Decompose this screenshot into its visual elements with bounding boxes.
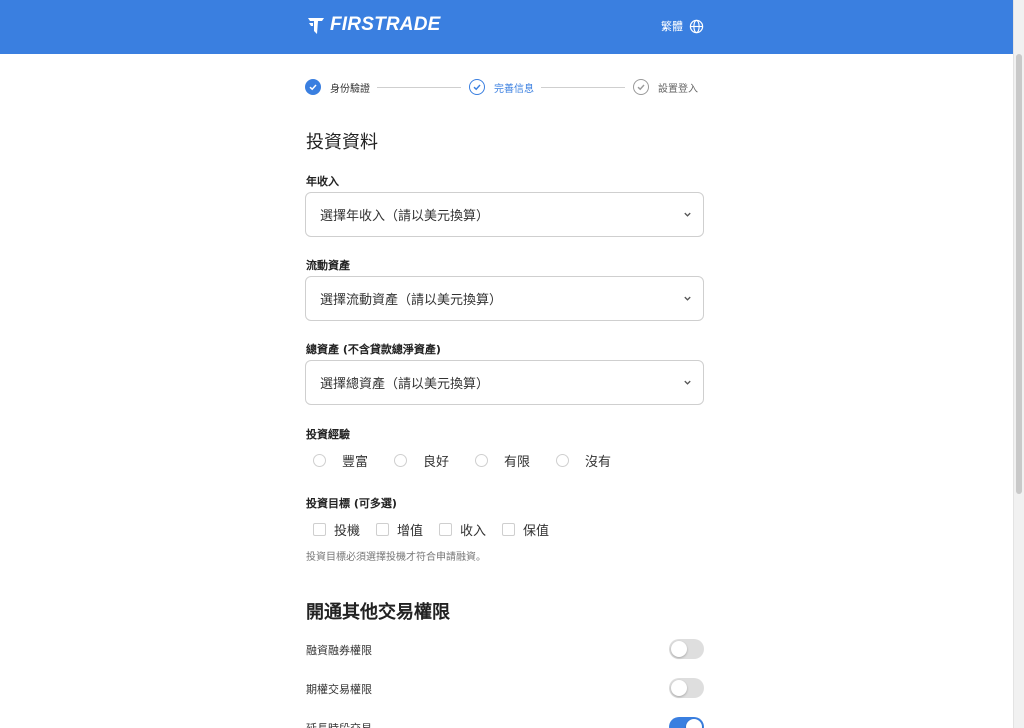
chevron-down-icon: [684, 296, 691, 301]
radio-label: 良好: [423, 455, 450, 470]
scrollbar-thumb[interactable]: [1016, 54, 1022, 494]
experience-option-good[interactable]: 良好: [394, 451, 449, 470]
firstrade-logo-icon: [308, 18, 324, 34]
income-placeholder: 選擇年收入（請以美元換算）: [320, 209, 490, 224]
step-setup-login: 設置登入: [633, 79, 698, 95]
experience-radio-group: 豐富 良好 有限 沒有: [313, 451, 637, 470]
toggle-knob: [671, 641, 687, 657]
globe-icon: [689, 19, 704, 33]
objective-option-growth[interactable]: 增值: [376, 520, 423, 539]
objectives-checkbox-group: 投機 增值 收入 保值: [313, 520, 565, 539]
page-scrollbar[interactable]: [1013, 0, 1024, 728]
objectives-hint: 投資目標必須選擇投機才符合申請融資。: [306, 552, 486, 563]
experience-option-rich[interactable]: 豐富: [313, 451, 368, 470]
section-title-investment: 投資資料: [306, 132, 378, 153]
language-switcher[interactable]: 繁體: [661, 18, 704, 34]
check-circle-icon: [469, 79, 485, 95]
radio-button[interactable]: [475, 454, 489, 467]
radio-label: 沒有: [585, 455, 612, 470]
checkbox-label: 投機: [334, 524, 361, 539]
language-label: 繁體: [661, 20, 683, 33]
options-toggle[interactable]: [669, 678, 704, 698]
margin-toggle[interactable]: [669, 639, 704, 659]
checkbox-label: 收入: [460, 524, 487, 539]
step-connector: [541, 87, 625, 88]
checkbox[interactable]: [502, 523, 516, 536]
checkbox-label: 保值: [523, 524, 550, 539]
chevron-down-icon: [684, 380, 691, 385]
income-label: 年收入: [306, 175, 339, 188]
check-circle-icon: [633, 79, 649, 95]
permission-row-options: 期權交易權限: [306, 678, 704, 700]
step-connector: [377, 87, 461, 88]
experience-option-limited[interactable]: 有限: [475, 451, 530, 470]
checkbox[interactable]: [376, 523, 390, 536]
liquid-assets-placeholder: 選擇流動資產（請以美元換算）: [320, 293, 503, 308]
step-complete-info: 完善信息: [469, 79, 534, 95]
extended-hours-toggle[interactable]: [669, 717, 704, 728]
progress-steps: 身份驗證 完善信息 設置登入: [305, 79, 705, 99]
step-label: 完善信息: [494, 83, 534, 95]
section-title-permissions: 開通其他交易權限: [306, 602, 450, 623]
experience-label: 投資經驗: [306, 428, 350, 441]
liquid-assets-select[interactable]: 選擇流動資產（請以美元換算）: [305, 276, 704, 321]
permission-row-extended-hours: 延長時段交易: [306, 717, 704, 728]
permission-row-margin: 融資融券權限: [306, 639, 704, 661]
experience-option-none[interactable]: 沒有: [556, 451, 611, 470]
step-label: 設置登入: [658, 83, 698, 95]
objective-option-income[interactable]: 收入: [439, 520, 486, 539]
toggle-knob: [686, 719, 702, 728]
radio-label: 有限: [504, 455, 531, 470]
objective-option-speculation[interactable]: 投機: [313, 520, 360, 539]
permission-label: 延長時段交易: [306, 720, 372, 728]
radio-label: 豐富: [342, 455, 369, 470]
toggle-knob: [671, 680, 687, 696]
brand-logo[interactable]: FIRSTRADE: [306, 14, 441, 36]
liquid-assets-label: 流動資產: [306, 259, 350, 272]
radio-button[interactable]: [313, 454, 326, 467]
top-header: FIRSTRADE 繁體: [0, 0, 1013, 54]
total-assets-select[interactable]: 選擇總資產（請以美元換算）: [305, 360, 704, 405]
income-select[interactable]: 選擇年收入（請以美元換算）: [305, 192, 704, 237]
permission-label: 融資融券權限: [306, 644, 372, 657]
radio-button[interactable]: [556, 454, 570, 467]
checkbox-label: 增值: [397, 524, 424, 539]
radio-button[interactable]: [394, 454, 408, 467]
objectives-label: 投資目標 (可多選): [306, 497, 397, 510]
total-assets-placeholder: 選擇總資產（請以美元換算）: [320, 377, 490, 392]
checkbox[interactable]: [313, 523, 326, 536]
brand-name: FIRSTRADE: [330, 14, 441, 35]
checkbox[interactable]: [439, 523, 453, 536]
chevron-down-icon: [684, 212, 691, 217]
step-identity: 身份驗證: [305, 79, 370, 95]
step-label: 身份驗證: [330, 83, 370, 95]
total-assets-label: 總資產 (不含貸款總淨資產): [306, 343, 441, 356]
permission-label: 期權交易權限: [306, 683, 372, 696]
check-circle-icon: [305, 79, 321, 95]
objective-option-preservation[interactable]: 保值: [502, 520, 549, 539]
